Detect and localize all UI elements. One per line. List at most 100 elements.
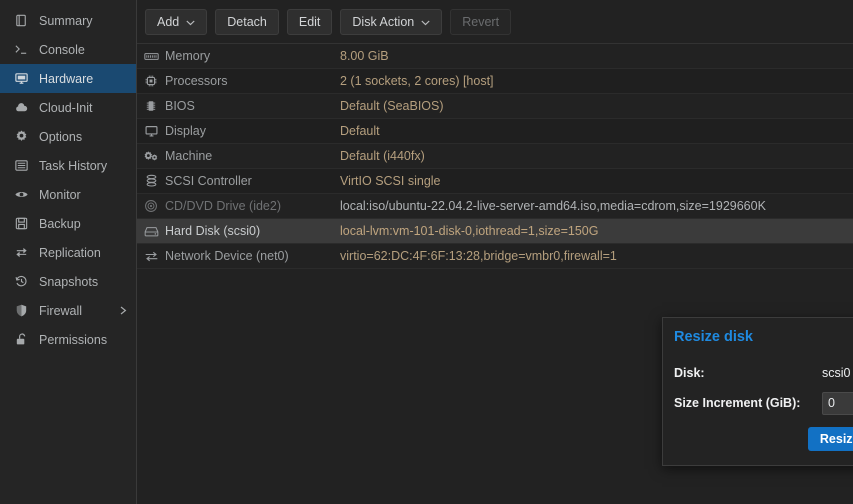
sidebar-item-permissions[interactable]: Permissions	[0, 325, 136, 354]
floppy-icon	[12, 216, 30, 232]
proxmox-vm-hardware-view: Summary Console Hardware Cloud-Init Options T…	[0, 0, 853, 504]
cdrom-icon	[137, 199, 165, 213]
detach-button[interactable]: Detach	[215, 8, 279, 35]
sidebar-item-label: Summary	[39, 13, 93, 28]
table-row[interactable]: Hard Disk (scsi0) local-lvm:vm-101-disk-0…	[137, 219, 853, 244]
replication-icon	[12, 245, 30, 261]
row-key: Hard Disk (scsi0)	[165, 224, 261, 238]
sidebar-item-options[interactable]: Options	[0, 122, 136, 151]
hardware-toolbar: Add Detach Edit Disk Action Revert	[137, 0, 853, 44]
sidebar-item-label: Console	[39, 42, 85, 57]
sidebar-item-console[interactable]: Console	[0, 35, 136, 64]
row-value: local:iso/ubuntu-22.04.2-live-server-amd…	[340, 199, 766, 213]
resize-disk-dialog: Resize disk Disk: scsi0 Size Increment (…	[662, 317, 853, 466]
display-icon	[137, 124, 165, 138]
hardware-table: Memory 8.00 GiB Processors 2 (1 sockets, 2 …	[137, 44, 853, 269]
cloud-icon	[12, 100, 30, 116]
unlock-icon	[12, 332, 30, 348]
scsi-icon	[137, 174, 165, 188]
disk-action-button[interactable]: Disk Action	[340, 8, 443, 35]
row-key: BIOS	[165, 99, 195, 113]
toolbar-button-label: Add	[157, 14, 180, 29]
gear-icon	[12, 129, 30, 145]
sidebar-item-hardware[interactable]: Hardware	[0, 64, 136, 93]
cpu-icon	[137, 74, 165, 88]
sidebar-item-label: Snapshots	[39, 274, 99, 289]
table-row[interactable]: Memory 8.00 GiB	[137, 44, 853, 69]
row-key: CD/DVD Drive (ide2)	[165, 199, 281, 213]
list-icon	[12, 158, 30, 174]
network-icon	[137, 250, 165, 263]
row-value: 2 (1 sockets, 2 cores) [host]	[340, 74, 494, 88]
sidebar: Summary Console Hardware Cloud-Init Options T…	[0, 0, 137, 504]
bios-icon	[137, 99, 165, 113]
edit-button[interactable]: Edit	[286, 8, 333, 35]
toolbar-button-label: Revert	[462, 14, 500, 29]
main-content: Add Detach Edit Disk Action Revert Memory 8.0…	[137, 0, 853, 504]
sidebar-item-task-history[interactable]: Task History	[0, 151, 136, 180]
table-row[interactable]: Network Device (net0) virtio=62:DC:4F:6F:…	[137, 244, 853, 269]
table-row[interactable]: Display Default	[137, 119, 853, 144]
sidebar-item-label: Backup	[39, 216, 81, 231]
row-value: Default (i440fx)	[340, 149, 425, 163]
machine-icon	[137, 149, 165, 163]
row-value: VirtIO SCSI single	[340, 174, 441, 188]
toolbar-button-label: Disk Action	[352, 14, 415, 29]
dialog-body: Disk: scsi0 Size Increment (GiB): 0	[663, 355, 853, 418]
sidebar-item-label: Hardware	[39, 71, 94, 86]
dialog-header: Resize disk	[663, 318, 853, 355]
sidebar-item-label: Firewall	[39, 303, 83, 318]
dialog-footer: Resize disk	[663, 418, 853, 451]
sidebar-item-label: Options	[39, 129, 83, 144]
disk-field: Disk: scsi0	[674, 358, 853, 388]
sidebar-item-label: Task History	[39, 158, 108, 173]
sidebar-item-summary[interactable]: Summary	[0, 6, 136, 35]
sidebar-item-replication[interactable]: Replication	[0, 238, 136, 267]
table-row[interactable]: SCSI Controller VirtIO SCSI single	[137, 169, 853, 194]
disk-field-label: Disk:	[674, 366, 705, 380]
table-row[interactable]: CD/DVD Drive (ide2) local:iso/ubuntu-22.0…	[137, 194, 853, 219]
revert-button: Revert	[450, 8, 512, 35]
resize-disk-submit-button[interactable]: Resize disk	[807, 427, 853, 451]
sidebar-item-label: Permissions	[39, 332, 108, 347]
monitor-icon	[12, 71, 30, 87]
chevron-right-icon[interactable]	[120, 304, 127, 318]
shield-icon	[12, 303, 30, 319]
sidebar-item-snapshots[interactable]: Snapshots	[0, 267, 136, 296]
table-row[interactable]: BIOS Default (SeaBIOS)	[137, 94, 853, 119]
size-increment-stepper[interactable]: 0	[822, 391, 853, 415]
sidebar-item-label: Cloud-Init	[39, 100, 93, 115]
sidebar-item-monitor[interactable]: Monitor	[0, 180, 136, 209]
add-button[interactable]: Add	[145, 8, 208, 35]
row-key: Network Device (net0)	[165, 249, 289, 263]
history-icon	[12, 274, 30, 290]
row-value: 8.00 GiB	[340, 49, 389, 63]
row-key: Memory	[165, 49, 211, 63]
sidebar-item-label: Replication	[39, 245, 101, 260]
sidebar-item-firewall[interactable]: Firewall	[0, 296, 136, 325]
table-row[interactable]: Processors 2 (1 sockets, 2 cores) [host]	[137, 69, 853, 94]
size-increment-field: Size Increment (GiB): 0	[674, 388, 853, 418]
row-key: Processors	[165, 74, 228, 88]
chevron-down-icon[interactable]	[186, 15, 195, 29]
terminal-icon	[12, 42, 30, 58]
row-value: local-lvm:vm-101-disk-0,iothread=1,size=…	[340, 224, 599, 238]
sidebar-item-cloud-init[interactable]: Cloud-Init	[0, 93, 136, 122]
chevron-down-icon[interactable]	[421, 15, 430, 29]
row-key: Machine	[165, 149, 213, 163]
row-value: virtio=62:DC:4F:6F:13:28,bridge=vmbr0,fi…	[340, 249, 617, 263]
memory-icon	[137, 50, 165, 63]
eye-icon	[12, 187, 30, 203]
row-key: SCSI Controller	[165, 174, 252, 188]
size-increment-label: Size Increment (GiB):	[674, 396, 801, 410]
size-increment-value[interactable]: 0	[828, 396, 853, 410]
disk-field-value: scsi0	[822, 366, 851, 380]
dialog-title: Resize disk	[674, 328, 753, 345]
row-key: Display	[165, 124, 206, 138]
row-value: Default	[340, 124, 380, 138]
sidebar-item-label: Monitor	[39, 187, 81, 202]
toolbar-button-label: Edit	[298, 14, 321, 29]
sidebar-item-backup[interactable]: Backup	[0, 209, 136, 238]
row-value: Default (SeaBIOS)	[340, 99, 444, 113]
table-row[interactable]: Machine Default (i440fx)	[137, 144, 853, 169]
